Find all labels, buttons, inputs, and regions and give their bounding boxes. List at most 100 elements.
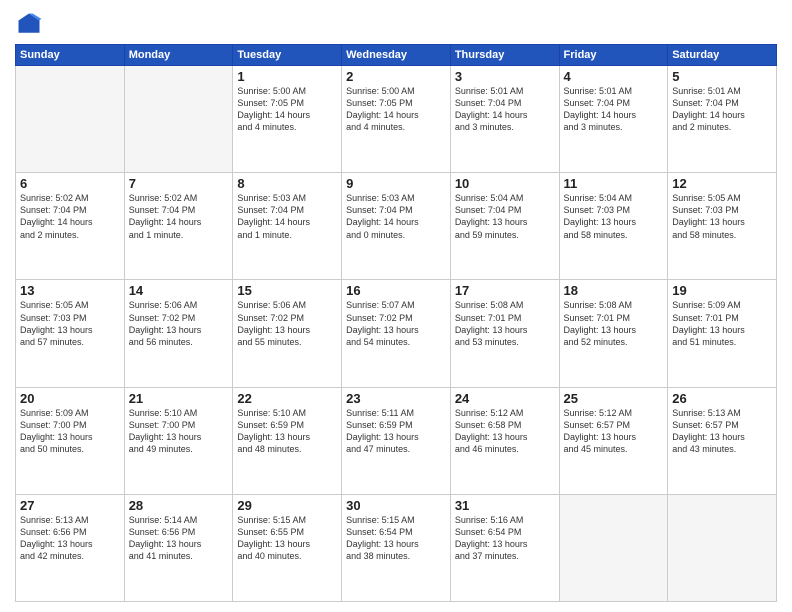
- day-number: 1: [237, 69, 337, 84]
- day-info: Sunrise: 5:01 AM Sunset: 7:04 PM Dayligh…: [455, 85, 555, 134]
- calendar-week-4: 27Sunrise: 5:13 AM Sunset: 6:56 PM Dayli…: [16, 494, 777, 601]
- day-number: 21: [129, 391, 229, 406]
- day-info: Sunrise: 5:10 AM Sunset: 6:59 PM Dayligh…: [237, 407, 337, 456]
- day-number: 4: [564, 69, 664, 84]
- weekday-header-tuesday: Tuesday: [233, 45, 342, 66]
- calendar-header-row: SundayMondayTuesdayWednesdayThursdayFrid…: [16, 45, 777, 66]
- day-number: 10: [455, 176, 555, 191]
- calendar-cell: 16Sunrise: 5:07 AM Sunset: 7:02 PM Dayli…: [342, 280, 451, 387]
- calendar-cell: 8Sunrise: 5:03 AM Sunset: 7:04 PM Daylig…: [233, 173, 342, 280]
- calendar-cell: 31Sunrise: 5:16 AM Sunset: 6:54 PM Dayli…: [450, 494, 559, 601]
- day-info: Sunrise: 5:16 AM Sunset: 6:54 PM Dayligh…: [455, 514, 555, 563]
- day-info: Sunrise: 5:02 AM Sunset: 7:04 PM Dayligh…: [20, 192, 120, 241]
- calendar-table: SundayMondayTuesdayWednesdayThursdayFrid…: [15, 44, 777, 602]
- calendar-cell: 28Sunrise: 5:14 AM Sunset: 6:56 PM Dayli…: [124, 494, 233, 601]
- day-number: 29: [237, 498, 337, 513]
- day-info: Sunrise: 5:02 AM Sunset: 7:04 PM Dayligh…: [129, 192, 229, 241]
- calendar-cell: 17Sunrise: 5:08 AM Sunset: 7:01 PM Dayli…: [450, 280, 559, 387]
- calendar-cell: 20Sunrise: 5:09 AM Sunset: 7:00 PM Dayli…: [16, 387, 125, 494]
- day-info: Sunrise: 5:13 AM Sunset: 6:56 PM Dayligh…: [20, 514, 120, 563]
- day-number: 27: [20, 498, 120, 513]
- day-number: 3: [455, 69, 555, 84]
- calendar-cell: 21Sunrise: 5:10 AM Sunset: 7:00 PM Dayli…: [124, 387, 233, 494]
- day-info: Sunrise: 5:06 AM Sunset: 7:02 PM Dayligh…: [237, 299, 337, 348]
- day-info: Sunrise: 5:01 AM Sunset: 7:04 PM Dayligh…: [564, 85, 664, 134]
- day-number: 26: [672, 391, 772, 406]
- day-number: 28: [129, 498, 229, 513]
- calendar-cell: 15Sunrise: 5:06 AM Sunset: 7:02 PM Dayli…: [233, 280, 342, 387]
- day-number: 16: [346, 283, 446, 298]
- weekday-header-saturday: Saturday: [668, 45, 777, 66]
- weekday-header-thursday: Thursday: [450, 45, 559, 66]
- logo-icon: [15, 10, 43, 38]
- day-number: 17: [455, 283, 555, 298]
- day-info: Sunrise: 5:00 AM Sunset: 7:05 PM Dayligh…: [237, 85, 337, 134]
- day-info: Sunrise: 5:12 AM Sunset: 6:57 PM Dayligh…: [564, 407, 664, 456]
- day-info: Sunrise: 5:08 AM Sunset: 7:01 PM Dayligh…: [564, 299, 664, 348]
- calendar-cell: [668, 494, 777, 601]
- calendar-cell: 7Sunrise: 5:02 AM Sunset: 7:04 PM Daylig…: [124, 173, 233, 280]
- calendar-cell: [124, 66, 233, 173]
- day-info: Sunrise: 5:03 AM Sunset: 7:04 PM Dayligh…: [237, 192, 337, 241]
- header: [15, 10, 777, 38]
- calendar-cell: 6Sunrise: 5:02 AM Sunset: 7:04 PM Daylig…: [16, 173, 125, 280]
- day-info: Sunrise: 5:04 AM Sunset: 7:03 PM Dayligh…: [564, 192, 664, 241]
- day-info: Sunrise: 5:14 AM Sunset: 6:56 PM Dayligh…: [129, 514, 229, 563]
- day-number: 22: [237, 391, 337, 406]
- weekday-header-friday: Friday: [559, 45, 668, 66]
- calendar-cell: 26Sunrise: 5:13 AM Sunset: 6:57 PM Dayli…: [668, 387, 777, 494]
- day-number: 20: [20, 391, 120, 406]
- day-number: 7: [129, 176, 229, 191]
- calendar-cell: 12Sunrise: 5:05 AM Sunset: 7:03 PM Dayli…: [668, 173, 777, 280]
- calendar-cell: 19Sunrise: 5:09 AM Sunset: 7:01 PM Dayli…: [668, 280, 777, 387]
- calendar-cell: 24Sunrise: 5:12 AM Sunset: 6:58 PM Dayli…: [450, 387, 559, 494]
- day-info: Sunrise: 5:01 AM Sunset: 7:04 PM Dayligh…: [672, 85, 772, 134]
- day-info: Sunrise: 5:08 AM Sunset: 7:01 PM Dayligh…: [455, 299, 555, 348]
- day-number: 8: [237, 176, 337, 191]
- day-info: Sunrise: 5:15 AM Sunset: 6:54 PM Dayligh…: [346, 514, 446, 563]
- day-number: 13: [20, 283, 120, 298]
- calendar-cell: [16, 66, 125, 173]
- calendar-cell: 3Sunrise: 5:01 AM Sunset: 7:04 PM Daylig…: [450, 66, 559, 173]
- day-number: 31: [455, 498, 555, 513]
- day-info: Sunrise: 5:00 AM Sunset: 7:05 PM Dayligh…: [346, 85, 446, 134]
- weekday-header-sunday: Sunday: [16, 45, 125, 66]
- day-info: Sunrise: 5:10 AM Sunset: 7:00 PM Dayligh…: [129, 407, 229, 456]
- day-info: Sunrise: 5:05 AM Sunset: 7:03 PM Dayligh…: [672, 192, 772, 241]
- day-info: Sunrise: 5:15 AM Sunset: 6:55 PM Dayligh…: [237, 514, 337, 563]
- day-number: 12: [672, 176, 772, 191]
- calendar-cell: 10Sunrise: 5:04 AM Sunset: 7:04 PM Dayli…: [450, 173, 559, 280]
- logo: [15, 10, 47, 38]
- day-info: Sunrise: 5:09 AM Sunset: 7:01 PM Dayligh…: [672, 299, 772, 348]
- calendar-week-0: 1Sunrise: 5:00 AM Sunset: 7:05 PM Daylig…: [16, 66, 777, 173]
- day-info: Sunrise: 5:12 AM Sunset: 6:58 PM Dayligh…: [455, 407, 555, 456]
- calendar-cell: 4Sunrise: 5:01 AM Sunset: 7:04 PM Daylig…: [559, 66, 668, 173]
- day-number: 24: [455, 391, 555, 406]
- day-number: 18: [564, 283, 664, 298]
- day-number: 6: [20, 176, 120, 191]
- calendar-cell: 1Sunrise: 5:00 AM Sunset: 7:05 PM Daylig…: [233, 66, 342, 173]
- calendar-cell: 29Sunrise: 5:15 AM Sunset: 6:55 PM Dayli…: [233, 494, 342, 601]
- calendar-cell: 22Sunrise: 5:10 AM Sunset: 6:59 PM Dayli…: [233, 387, 342, 494]
- day-number: 23: [346, 391, 446, 406]
- day-number: 11: [564, 176, 664, 191]
- day-info: Sunrise: 5:11 AM Sunset: 6:59 PM Dayligh…: [346, 407, 446, 456]
- calendar-cell: [559, 494, 668, 601]
- day-number: 14: [129, 283, 229, 298]
- calendar-cell: 18Sunrise: 5:08 AM Sunset: 7:01 PM Dayli…: [559, 280, 668, 387]
- calendar-cell: 9Sunrise: 5:03 AM Sunset: 7:04 PM Daylig…: [342, 173, 451, 280]
- day-info: Sunrise: 5:06 AM Sunset: 7:02 PM Dayligh…: [129, 299, 229, 348]
- day-info: Sunrise: 5:05 AM Sunset: 7:03 PM Dayligh…: [20, 299, 120, 348]
- day-info: Sunrise: 5:03 AM Sunset: 7:04 PM Dayligh…: [346, 192, 446, 241]
- calendar-cell: 13Sunrise: 5:05 AM Sunset: 7:03 PM Dayli…: [16, 280, 125, 387]
- day-number: 5: [672, 69, 772, 84]
- page: SundayMondayTuesdayWednesdayThursdayFrid…: [0, 0, 792, 612]
- calendar-cell: 14Sunrise: 5:06 AM Sunset: 7:02 PM Dayli…: [124, 280, 233, 387]
- day-info: Sunrise: 5:13 AM Sunset: 6:57 PM Dayligh…: [672, 407, 772, 456]
- calendar-cell: 11Sunrise: 5:04 AM Sunset: 7:03 PM Dayli…: [559, 173, 668, 280]
- day-number: 2: [346, 69, 446, 84]
- day-number: 25: [564, 391, 664, 406]
- calendar-cell: 27Sunrise: 5:13 AM Sunset: 6:56 PM Dayli…: [16, 494, 125, 601]
- day-number: 30: [346, 498, 446, 513]
- calendar-body: 1Sunrise: 5:00 AM Sunset: 7:05 PM Daylig…: [16, 66, 777, 602]
